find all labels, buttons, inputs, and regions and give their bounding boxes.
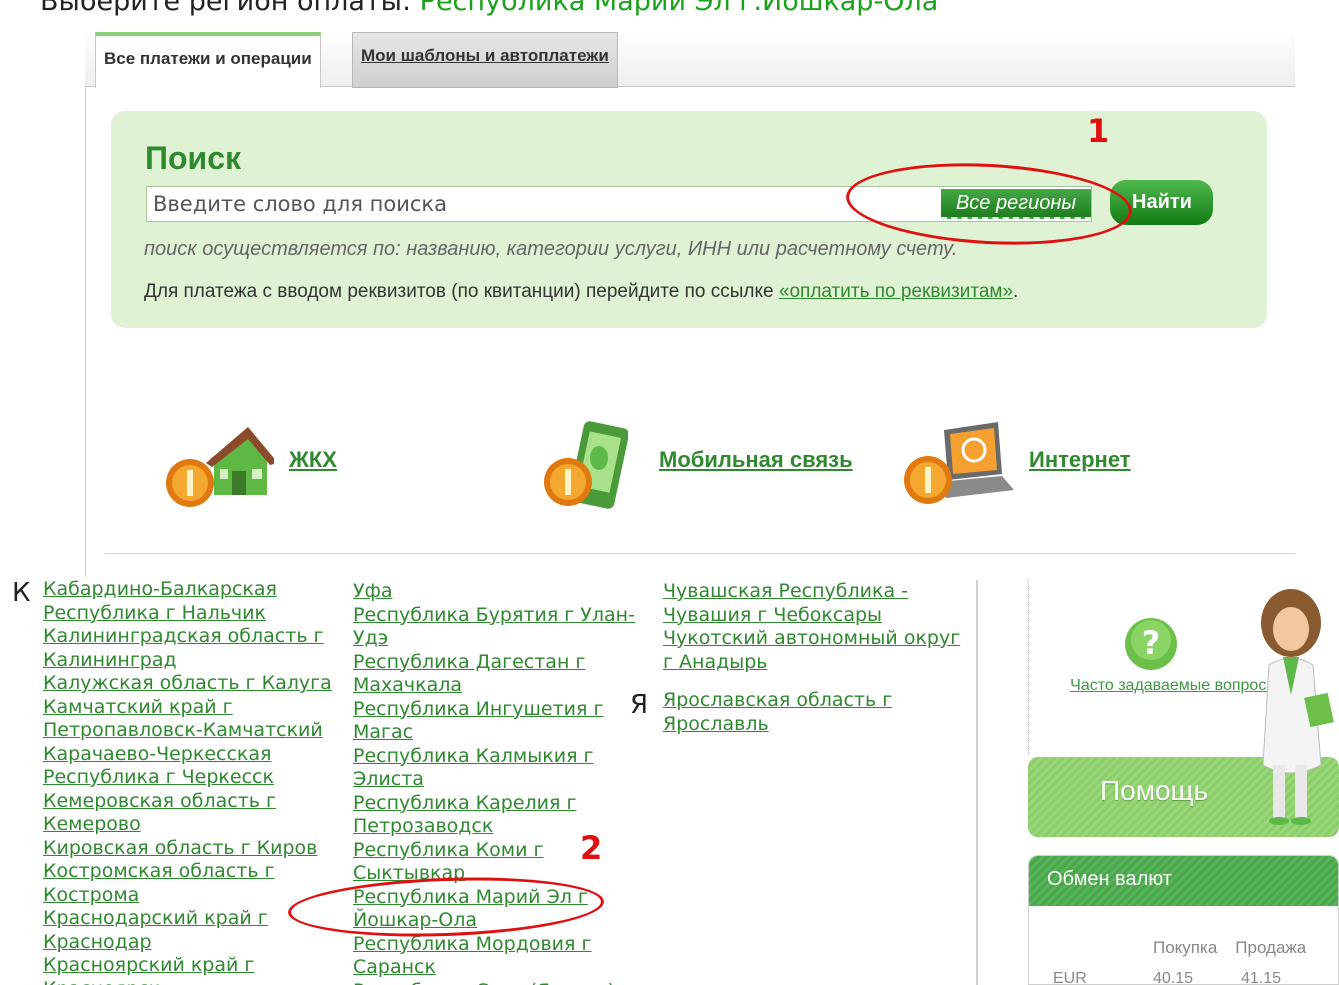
region-link[interactable]: Кемеровская область г bbox=[43, 790, 332, 814]
region-link[interactable]: Республика г Черкесск bbox=[43, 766, 332, 790]
fx-sell-value: 41.15 bbox=[1241, 970, 1282, 985]
region-link[interactable]: Красноярск bbox=[43, 978, 332, 985]
region-column-1: Кабардино-Балкарская Республика г Нальчик… bbox=[43, 578, 332, 985]
region-link[interactable]: Карачаево-Черкесская bbox=[43, 743, 332, 767]
fx-sell-header: Продажа bbox=[1235, 938, 1307, 957]
fx-buy-value: 40.15 bbox=[1153, 970, 1194, 985]
region-link[interactable]: Калининградская область г bbox=[43, 625, 332, 649]
region-link[interactable]: Камчатский край г bbox=[43, 696, 332, 720]
requisites-link[interactable]: «оплатить по реквизитам» bbox=[779, 281, 1013, 302]
requisites-line: Для платежа с вводом реквизитов (по квит… bbox=[144, 281, 1018, 303]
region-link[interactable]: Республика Калмыкия г bbox=[353, 745, 635, 769]
category-mobile-link[interactable]: Мобильная связь bbox=[659, 447, 853, 473]
region-link[interactable]: Элиста bbox=[353, 768, 635, 792]
fx-currency: EUR bbox=[1053, 970, 1087, 985]
region-link[interactable]: Калужская область г Калуга bbox=[43, 672, 332, 696]
region-link[interactable]: Республика Дагестан г bbox=[353, 651, 635, 675]
region-link[interactable]: Чукотский автономный округ bbox=[663, 627, 960, 651]
currency-exchange-widget: Обмен валют Покупка Продажа EUR 40.15 41.15 bbox=[1028, 855, 1339, 985]
search-hint: поиск осуществляется по: названию, катег… bbox=[144, 238, 958, 260]
category-internet-link[interactable]: Интернет bbox=[1029, 447, 1131, 473]
region-link[interactable]: Республика Саха (Якутия) bbox=[353, 980, 635, 985]
letter-k: К bbox=[12, 578, 31, 608]
region-link[interactable]: Саранск bbox=[353, 956, 635, 980]
region-link[interactable]: Республика Ингушетия г bbox=[353, 698, 635, 722]
region-link[interactable]: Чувашская Республика - bbox=[663, 580, 960, 604]
house-coin-icon[interactable] bbox=[162, 425, 274, 507]
region-link[interactable]: Удэ bbox=[353, 627, 635, 651]
tab-templates[interactable]: Мои шаблоны и автоплатежи bbox=[352, 32, 618, 88]
region-link[interactable]: Кострома bbox=[43, 884, 332, 908]
region-column-3: Чувашская Республика - Чувашия г Чебоксар… bbox=[663, 580, 960, 674]
banner-lead: Выберите регион оплаты: bbox=[40, 0, 420, 17]
region-link[interactable]: Петропавловск-Камчатский bbox=[43, 719, 332, 743]
currency-exchange-title: Обмен валют bbox=[1029, 856, 1338, 906]
help-label: Помощь bbox=[1100, 775, 1209, 806]
region-link[interactable]: Чувашия г Чебоксары bbox=[663, 604, 960, 628]
region-link[interactable]: Кабардино-Балкарская bbox=[43, 578, 332, 602]
region-link[interactable]: Ярославская область г bbox=[663, 689, 892, 713]
search-title: Поиск bbox=[145, 140, 242, 176]
region-link[interactable]: Республика Бурятия г Улан- bbox=[353, 604, 635, 628]
instruction-banner: Выберите регион оплаты: Республика Марий… bbox=[40, 0, 938, 17]
region-link[interactable]: Магас bbox=[353, 721, 635, 745]
section-divider bbox=[105, 553, 1295, 554]
region-link[interactable]: Ярославль bbox=[663, 713, 892, 737]
region-link[interactable]: г Анадырь bbox=[663, 651, 960, 675]
region-link[interactable]: Махачкала bbox=[353, 674, 635, 698]
currency-row: EUR 40.15 41.15 bbox=[1053, 970, 1282, 985]
content-border bbox=[85, 87, 86, 577]
fx-buy-header: Покупка bbox=[1153, 938, 1218, 957]
category-zhkh-link[interactable]: ЖКХ bbox=[289, 447, 337, 473]
requisites-text: Для платежа с вводом реквизитов (по квит… bbox=[144, 281, 779, 302]
region-link[interactable]: Костромская область г bbox=[43, 860, 332, 884]
phone-coin-icon[interactable] bbox=[542, 420, 628, 510]
sidebar-divider bbox=[976, 580, 978, 985]
currency-columns: Покупка Продажа bbox=[1153, 938, 1324, 958]
region-link[interactable]: Республика г Нальчик bbox=[43, 602, 332, 626]
region-link[interactable]: Кемерово bbox=[43, 813, 332, 837]
region-link[interactable]: Краснодар bbox=[43, 931, 332, 955]
assistant-illustration bbox=[1261, 589, 1334, 825]
svg-text:?: ? bbox=[1142, 624, 1161, 662]
region-column-3b: Ярославская область г Ярославль bbox=[663, 689, 892, 736]
region-link[interactable]: Калининград bbox=[43, 649, 332, 673]
tab-all-payments[interactable]: Все платежи и операции bbox=[95, 32, 321, 88]
banner-highlight: Республика Марий Эл г.Йошкар-Ола bbox=[419, 0, 939, 17]
region-link[interactable]: Красноярский край г bbox=[43, 954, 332, 978]
annotation-marker-1: 1 bbox=[1087, 112, 1110, 150]
question-icon[interactable]: ? bbox=[1123, 616, 1179, 672]
annotation-marker-2: 2 bbox=[580, 829, 603, 867]
tab-bar: Все платежи и операции Мои шаблоны и авт… bbox=[85, 30, 1295, 88]
letter-ya: Я bbox=[630, 690, 649, 720]
region-link[interactable]: Республика Карелия г bbox=[353, 792, 635, 816]
region-link[interactable]: Уфа bbox=[353, 580, 635, 604]
laptop-coin-icon[interactable] bbox=[902, 420, 1014, 506]
requisites-tail: . bbox=[1013, 281, 1019, 302]
region-link[interactable]: Кировская область г Киров bbox=[43, 837, 332, 861]
